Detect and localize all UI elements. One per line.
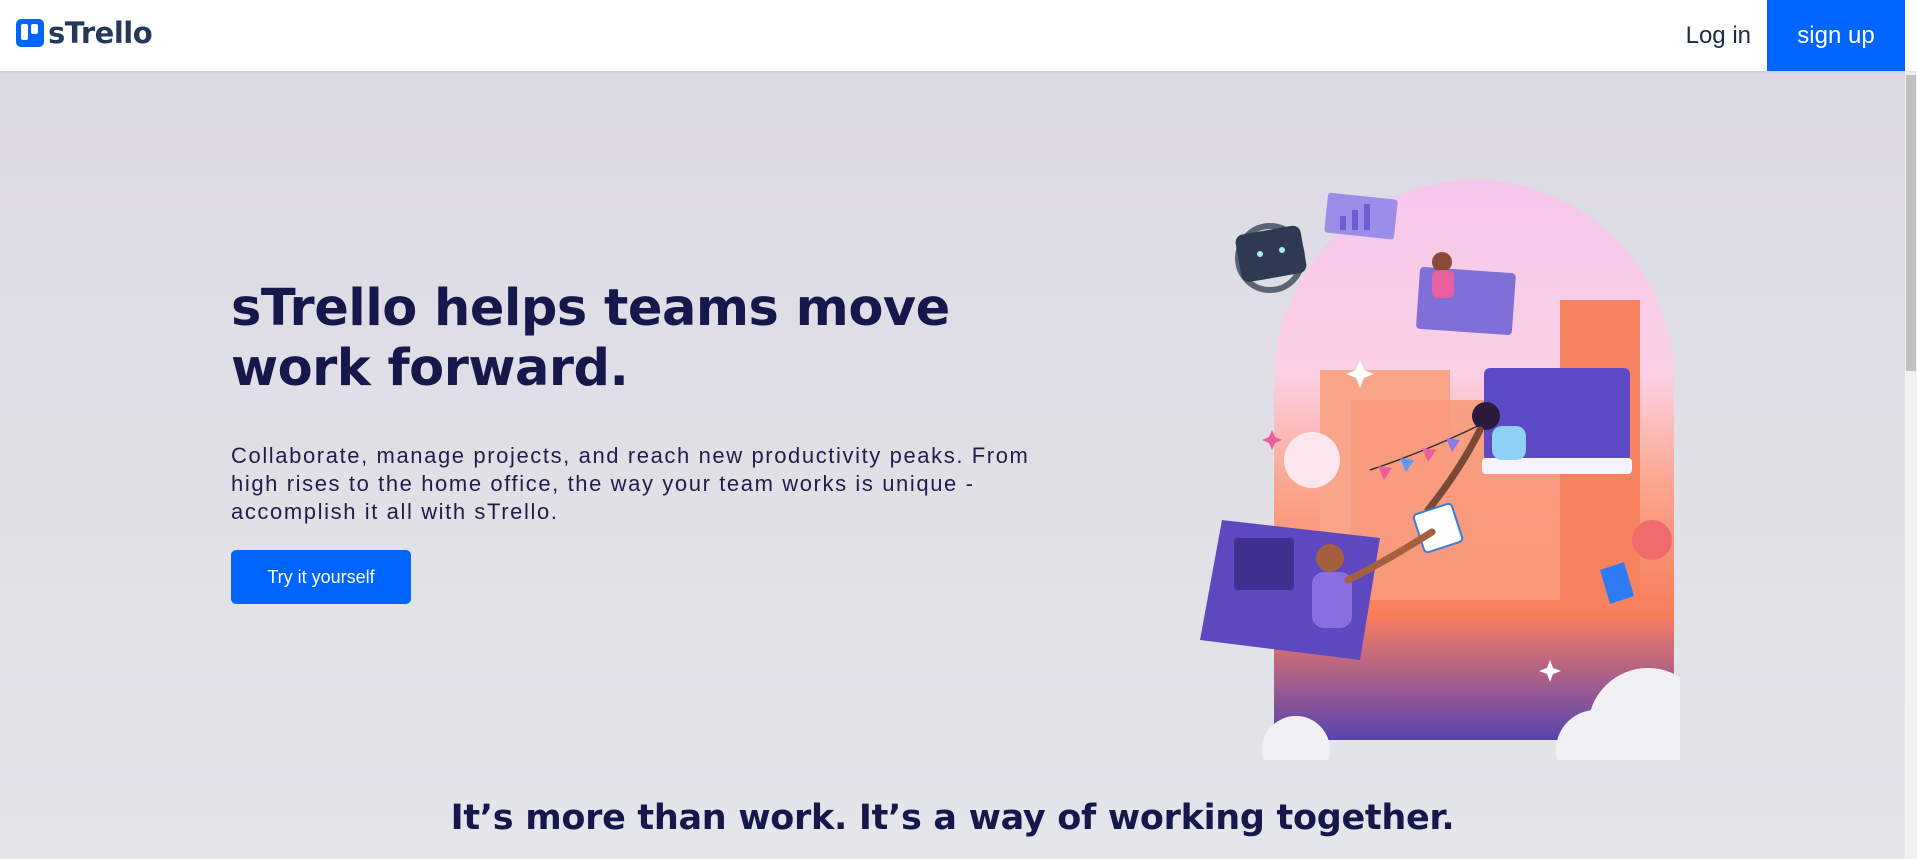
trello-board-icon (16, 19, 44, 47)
login-link[interactable]: Log in (1686, 0, 1751, 71)
scrollbar-thumb[interactable] (1906, 75, 1916, 371)
robot (1235, 223, 1307, 293)
hero-headline: sTrello helps teams move work forward. (231, 279, 950, 398)
hero-illustration (1200, 180, 1680, 760)
hero-subtext: Collaborate, manage projects, and reach … (231, 443, 1030, 524)
try-it-yourself-button[interactable]: Try it yourself (231, 550, 411, 604)
top-navigation-bar: sTrello Log in sign up (0, 0, 1917, 71)
chart-window (1324, 192, 1398, 240)
section-tagline: It’s more than work. It’s a way of worki… (450, 798, 1455, 838)
page-scrollbar[interactable] (1905, 71, 1917, 859)
brand-logo-link[interactable]: sTrello (16, 16, 153, 50)
signup-button[interactable]: sign up (1767, 0, 1905, 71)
brand-name: sTrello (48, 16, 153, 50)
